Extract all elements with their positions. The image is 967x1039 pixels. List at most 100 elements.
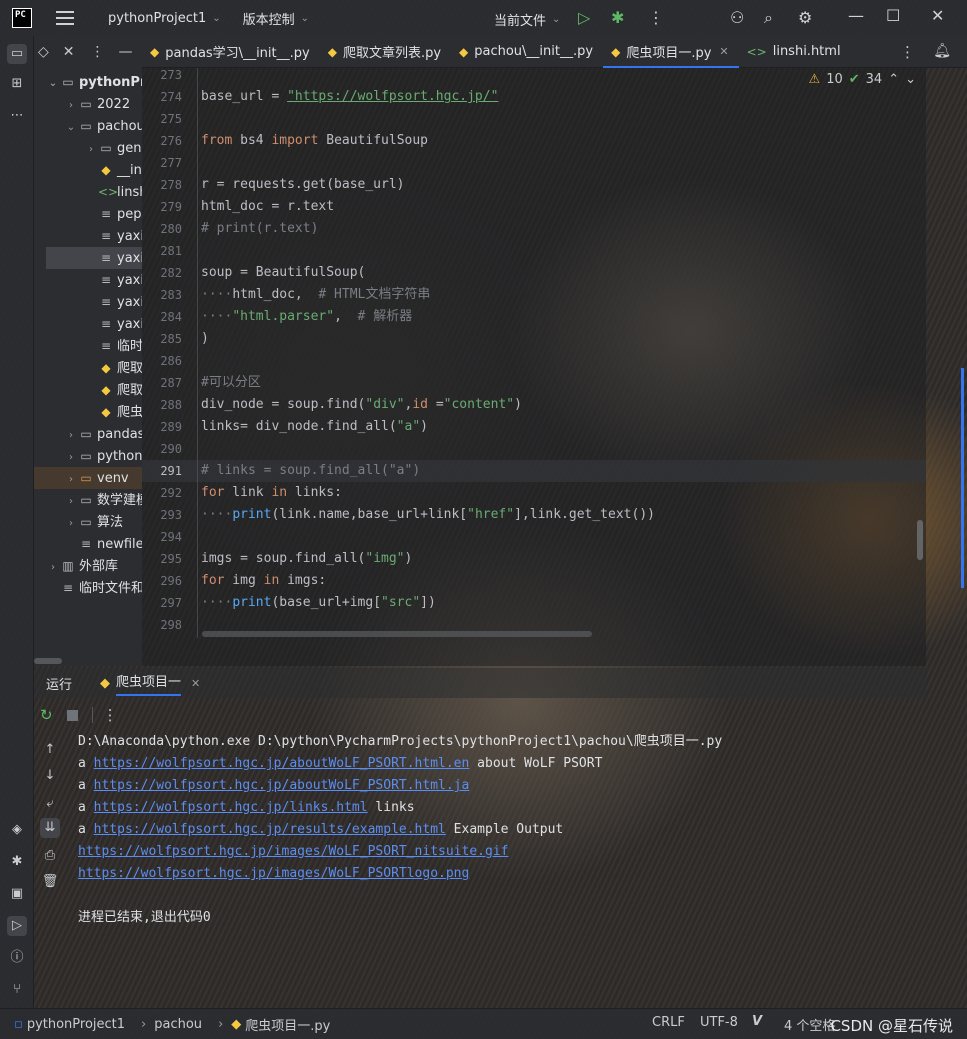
tree-item-file[interactable]: ◆ 爬虫 (34, 401, 142, 423)
layers-icon[interactable]: ◈ (7, 820, 27, 840)
arrow-down-icon[interactable]: ↓ (40, 766, 60, 786)
run-config-selector[interactable]: 当前文件 ⌄ (494, 10, 560, 29)
more-tools-icon[interactable]: ⋯ (7, 106, 27, 126)
tabs-more-icon[interactable]: ⋮ (900, 43, 915, 61)
run-icon[interactable]: ▷ (578, 8, 590, 27)
tree-item-file-selected[interactable]: ≡ yaxi (46, 247, 142, 269)
run-tool-icon[interactable]: ▷ (7, 916, 27, 936)
close-tab-icon[interactable]: ✕ (719, 45, 728, 58)
tree-item-folder[interactable]: ⌄ ▭ pachou (34, 115, 142, 137)
console-link[interactable]: https://wolfpsort.hgc.jp/results/example… (94, 822, 446, 837)
tree-item-folder[interactable]: › ▭ gen (34, 137, 142, 159)
status-bar: ▫ pythonProject1 › pachou › ◆ 爬虫项目一.py CRL… (0, 1008, 967, 1039)
tree-item-file[interactable]: ◆__init__.py (34, 159, 142, 181)
breadcrumb-folder[interactable]: pachou (154, 1017, 202, 1032)
trash-icon[interactable]: 🗑︎ (40, 872, 60, 892)
console-line: D:\Anaconda\python.exe D:\python\Pycharm… (78, 734, 723, 749)
run-console-output[interactable]: D:\Anaconda\python.exe D:\python\Pycharm… (66, 730, 926, 1006)
code-editor[interactable]: ⚠ 10 ✔ 34 ⌃ ⌄ 273 274 base_url = "https://w… (142, 68, 926, 666)
tree-item-scratches[interactable]: ≡临时文件和控制台 (34, 577, 142, 599)
settings-icon[interactable]: ⚙ (798, 8, 812, 27)
tab-article-list[interactable]: ◆ 爬取文章列表.py (320, 36, 451, 68)
vcs-menu[interactable]: 版本控制 ⌄ (243, 9, 309, 28)
tree-item-folder[interactable]: ›▭数学建模 (34, 489, 142, 511)
tab-pandas-init[interactable]: ◆ pandas学习\__init__.py (142, 36, 320, 68)
console-link[interactable]: https://wolfpsort.hgc.jp/aboutWoLF_PSORT… (94, 778, 470, 793)
arrow-up-icon[interactable]: ↑ (40, 740, 60, 760)
folder-icon: ▭ (62, 75, 74, 89)
tree-item-file[interactable]: ≡ newfile (34, 533, 142, 555)
project-scrollbar[interactable] (34, 658, 62, 664)
folder-icon: ▭ (100, 141, 112, 155)
project-switcher[interactable]: pythonProject1 ⌄ (108, 11, 221, 26)
options-icon[interactable]: ⋮ (91, 44, 105, 60)
console-link[interactable]: https://wolfpsort.hgc.jp/aboutWoLF_PSORT… (94, 756, 470, 771)
file-encoding[interactable]: UTF-8 (700, 1015, 738, 1030)
more-options-icon[interactable]: ⋮ (103, 706, 118, 724)
hide-panel-icon[interactable]: — (119, 44, 133, 60)
debug-tool-icon[interactable]: ✱ (7, 852, 27, 872)
tree-item-folder[interactable]: › ▭ 2022 (34, 93, 130, 115)
close-icon[interactable]: ✕ (63, 44, 75, 60)
tab-pachou-init[interactable]: ◆ pachou\__init__.py (451, 36, 603, 68)
line-separator[interactable]: CRLF (652, 1015, 685, 1030)
pycharm-logo[interactable]: PC (12, 8, 32, 28)
close-tab-icon[interactable]: ✕ (191, 677, 200, 690)
git-icon[interactable]: ⑂ (7, 980, 27, 1000)
debug-icon[interactable]: ✱ (611, 8, 624, 27)
console-link[interactable]: https://wolfpsort.hgc.jp/links.html (94, 800, 368, 815)
scroll-to-end-icon[interactable]: ⇊ (40, 818, 60, 838)
main-menu-icon[interactable] (56, 11, 74, 25)
tree-item-file[interactable]: ≡ yaxi (34, 225, 142, 247)
tree-item-root[interactable]: ⌄▭pythonProject1 (34, 71, 142, 93)
tree-item-folder[interactable]: › ▭ 算法 (34, 511, 123, 533)
problems-icon[interactable]: ⓘ (7, 948, 27, 968)
console-link[interactable]: https://wolfpsort.hgc.jp/images/WoLF_PSO… (78, 844, 508, 859)
tree-item-file[interactable]: ≡ yaxi (34, 291, 142, 313)
console-link[interactable]: https://wolfpsort.hgc.jp/images/WoLF_PSO… (78, 866, 469, 881)
python-file-icon: ◆ (101, 163, 111, 177)
tree-item-file[interactable]: ◆ 爬取 (34, 379, 142, 401)
tree-item-folder[interactable]: › ▭ pandas (34, 423, 142, 445)
indent-setting[interactable]: 4 个空格 (784, 1015, 835, 1034)
tree-item-external-libraries[interactable]: › ▥ 外部库 (34, 555, 118, 577)
console-line: a https://wolfpsort.hgc.jp/links.html li… (78, 800, 415, 815)
terminal-icon[interactable]: ▣ (7, 884, 27, 904)
console-line: https://wolfpsort.hgc.jp/images/WoLF_PSO… (78, 863, 469, 885)
html-file-icon: <> (746, 44, 767, 59)
editor-vertical-scrollbar[interactable] (917, 520, 923, 560)
editor-horizontal-scrollbar[interactable] (202, 631, 592, 637)
tree-item-file[interactable]: ≡pep8 (34, 203, 142, 225)
add-user-icon[interactable]: ⚇ (730, 8, 744, 27)
notifications-icon[interactable]: 🔔︎ (933, 43, 951, 59)
vim-icon[interactable]: V (752, 1014, 762, 1029)
rerun-icon[interactable]: ↻ (40, 706, 53, 724)
chevron-right-icon: › (51, 562, 55, 573)
python-file-icon: ◆ (611, 44, 621, 59)
tree-item-file[interactable]: <>linshi.html (34, 181, 142, 203)
run-tab-label[interactable]: 爬虫项目一 (116, 671, 182, 696)
soft-wrap-icon[interactable]: ⤶ (40, 794, 60, 814)
tree-item-file[interactable]: ≡ 临时 (34, 335, 142, 357)
tab-crawler-project[interactable]: ◆ 爬虫项目一.py ✕ (603, 36, 739, 68)
tree-item-file[interactable]: ≡ yaxi (34, 269, 142, 291)
maximize-icon[interactable]: ☐ (886, 6, 900, 25)
breadcrumb-project[interactable]: ▫ pythonProject1 (14, 1017, 125, 1032)
more-actions-icon[interactable]: ⋮ (648, 8, 664, 27)
tree-item-folder[interactable]: › ▭ python (34, 445, 142, 467)
chevron-right-icon: › (141, 1016, 147, 1032)
print-icon[interactable]: ⎙ (40, 846, 60, 866)
minimize-icon[interactable]: — (848, 6, 864, 25)
search-icon[interactable]: ⌕ (764, 8, 773, 28)
tree-item-folder-excluded[interactable]: › ▭ venv (34, 467, 142, 489)
tree-item-file[interactable]: ◆ 爬取 (34, 357, 142, 379)
structure-tool-icon[interactable]: ⊞ (7, 74, 27, 94)
tab-linshi-html[interactable]: <> linshi.html (739, 36, 851, 68)
close-icon[interactable]: ✕ (931, 6, 944, 25)
project-tool-icon[interactable]: ▭ (7, 44, 27, 64)
stop-icon[interactable] (66, 709, 78, 721)
tree-item-file[interactable]: ≡ yaxi (34, 313, 142, 335)
expand-collapse-icon[interactable]: ◇ (38, 44, 49, 60)
python-file-icon: ◆ (101, 361, 111, 375)
breadcrumb-file[interactable]: ◆ 爬虫项目一.py (231, 1015, 330, 1034)
